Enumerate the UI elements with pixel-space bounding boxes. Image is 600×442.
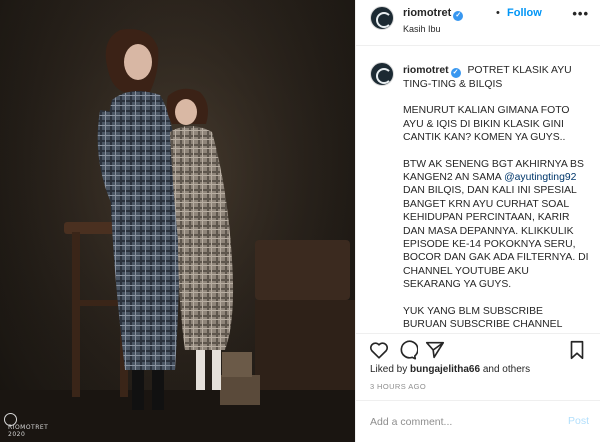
post-comment-button[interactable]: Post: [568, 415, 589, 427]
caption-paragraph-part: DAN BILQIS, DAN KALI INI SPESIAL BANGET …: [403, 185, 589, 291]
caption-paragraph: YUK YANG BLM SUBSCRIBE BURUAN SUBSCRIBE …: [403, 305, 562, 331]
caption-paragraph: MENURUT KALIAN GIMANA FOTO AYU & IQIS DI…: [403, 105, 570, 144]
verified-badge-icon: ✓: [453, 11, 464, 21]
more-options-icon[interactable]: •••: [572, 6, 589, 21]
watermark-text: RIOMOTRET: [8, 424, 49, 431]
header-separator: •: [496, 7, 500, 19]
photo-watermark: RIOMOTRET 2020: [8, 424, 48, 438]
post-header: riomotret ✓ • Follow Kasih Ibu •••: [356, 0, 600, 46]
caption-verified-badge-icon: ✓: [450, 68, 461, 78]
avatar[interactable]: [370, 6, 394, 30]
header-username[interactable]: riomotret ✓: [403, 7, 464, 21]
like-heart-icon[interactable]: [368, 339, 390, 361]
caption-paragraph-with-mention: BTW AK SENENG BGT AKHIRNYA BS KANGEN2 AN…: [403, 158, 589, 292]
likes-prefix: Liked by: [370, 364, 411, 375]
comment-input[interactable]: [370, 413, 560, 431]
comment-icon[interactable]: [396, 339, 418, 361]
post-photo-illustration: [0, 0, 355, 442]
share-icon[interactable]: [424, 339, 446, 361]
watermark-year: 2020: [8, 431, 26, 438]
caption-username[interactable]: riomotret ✓: [403, 65, 461, 78]
likes-others-link[interactable]: and others: [480, 364, 530, 375]
caption-avatar[interactable]: [370, 62, 394, 86]
post-timestamp[interactable]: 3 HOURS AGO: [370, 382, 426, 391]
header-username-text[interactable]: riomotret: [403, 7, 451, 19]
post-details-panel: riomotret ✓ • Follow Kasih Ibu ••• riomot…: [355, 0, 600, 442]
location-link[interactable]: Kasih Ibu: [403, 24, 441, 34]
caption-area: riomotret ✓ POTRET KLASIK AYU TING-TING &…: [356, 47, 600, 332]
liked-by-user-link[interactable]: bungajelitha66: [410, 364, 480, 375]
comment-row: Post: [356, 400, 600, 442]
save-bookmark-icon[interactable]: [566, 339, 588, 361]
post-photo[interactable]: RIOMOTRET 2020: [0, 0, 355, 442]
mention-link[interactable]: @ayutingting92: [504, 172, 576, 183]
likes-summary: Liked by bungajelitha66 and others: [370, 364, 530, 375]
caption-title-paragraph: riomotret ✓ POTRET KLASIK AYU TING-TING &…: [403, 64, 589, 91]
follow-button[interactable]: Follow: [507, 7, 542, 19]
caption-text: riomotret ✓ POTRET KLASIK AYU TING-TING &…: [403, 64, 589, 332]
caption-username-text[interactable]: riomotret: [403, 65, 449, 76]
